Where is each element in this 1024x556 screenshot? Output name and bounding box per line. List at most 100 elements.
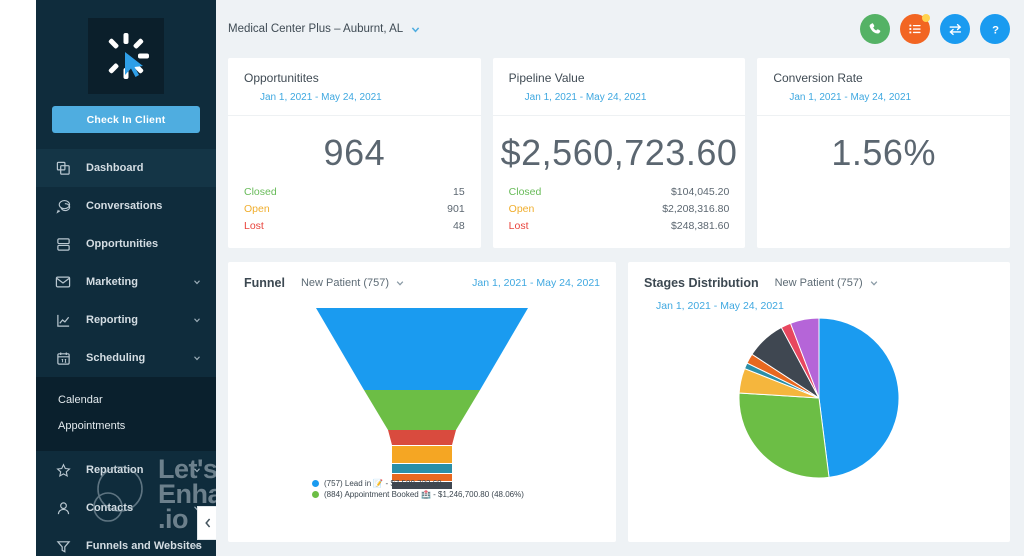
- star-icon: [54, 461, 72, 479]
- sidebar-collapse-button[interactable]: [197, 506, 216, 540]
- sidebar-item-dashboard[interactable]: Dashboard: [36, 149, 216, 187]
- location-name: Medical Center Plus – Auburnt, AL: [228, 23, 404, 35]
- kpi-breakdown-row: Closed $104,045.20: [509, 184, 730, 201]
- sidebar-item-marketing[interactable]: Marketing: [36, 263, 216, 301]
- kpi-breakdown-label: Closed: [508, 186, 542, 198]
- stages-distribution-card: Stages Distribution New Patient (757) Ja…: [628, 262, 1010, 542]
- kpi-breakdown-label: Lost: [508, 220, 529, 232]
- layers-icon: [54, 159, 72, 177]
- sidebar-item-funnels-and-websites[interactable]: Funnels and Websites: [36, 527, 216, 556]
- kpi-date-range[interactable]: Jan 1, 2021 - May 24, 2021: [773, 92, 994, 103]
- sidebar-item-label: Contacts: [86, 502, 134, 514]
- sidebar-item-label: Marketing: [86, 276, 138, 288]
- sidebar-item-label: Funnels and Websites: [86, 540, 202, 552]
- stack-icon: [54, 235, 72, 253]
- kpi-breakdown-value: 15: [452, 186, 465, 198]
- kpi-card-conversion-rate: Conversion Rate Jan 1, 2021 - May 24, 20…: [757, 58, 1011, 248]
- stages-pie-chart: [628, 318, 1010, 478]
- funnel-legend: (757) Lead in 📝 - $7,500,723.60 (884) Ap…: [228, 478, 616, 500]
- chevron-down-icon: [194, 318, 200, 323]
- sidebar-item-label: Reputation: [86, 464, 144, 476]
- scheduling-subnav: Calendar Appointments: [36, 377, 216, 451]
- phone-button[interactable]: [860, 14, 890, 44]
- legend-color-dot: [312, 480, 319, 487]
- chevron-down-icon: [194, 356, 200, 361]
- sidebar-item-opportunities[interactable]: Opportunities: [36, 225, 216, 263]
- chevron-down-icon: [194, 468, 200, 473]
- sidebar-subitem-label: Appointments: [58, 420, 126, 432]
- kpi-breakdown-value: 901: [447, 203, 465, 215]
- funnel-pipeline-selector[interactable]: New Patient (757): [301, 277, 405, 289]
- kpi-value: $2,560,723.60: [500, 132, 738, 173]
- kpi-header: Pipeline Value Jan 1, 2021 - May 24, 202…: [492, 58, 746, 116]
- kpi-title: Conversion Rate: [773, 71, 863, 85]
- stages-pipeline-selector[interactable]: New Patient (757): [775, 277, 879, 289]
- kpi-breakdown-value: $104,045.20: [670, 186, 730, 198]
- transfer-icon: [948, 23, 961, 35]
- sidebar-item-label: Scheduling: [86, 352, 146, 364]
- funnel-legend-item[interactable]: (757) Lead in 📝 - $7,500,723.60: [312, 478, 616, 489]
- kpi-title: Opportunitites: [244, 71, 319, 85]
- pie-slice[interactable]: [739, 392, 830, 478]
- sidebar-item-reporting[interactable]: Reporting: [36, 301, 216, 339]
- kpi-date-range[interactable]: Jan 1, 2021 - May 24, 2021: [244, 92, 465, 103]
- kpi-card-opportunities: Opportunitites Jan 1, 2021 - May 24, 202…: [228, 58, 481, 248]
- pie-svg: [739, 318, 899, 478]
- kpi-breakdown-row: Closed 15: [244, 184, 465, 201]
- sidebar-item-scheduling[interactable]: Scheduling: [36, 339, 216, 377]
- logo-container: [36, 0, 216, 94]
- notification-badge: [922, 14, 930, 22]
- sidebar-item-conversations[interactable]: Conversations: [36, 187, 216, 225]
- kpi-breakdown-value: $248,381.60: [670, 220, 730, 232]
- stages-pipeline-value: New Patient (757): [774, 277, 863, 289]
- stages-header: Stages Distribution New Patient (757): [628, 262, 1010, 290]
- kpi-card-pipeline-value: Pipeline Value Jan 1, 2021 - May 24, 202…: [492, 58, 746, 248]
- kpi-breakdown: Closed 15 Open 901 Lost 48: [228, 178, 481, 235]
- brand-logo: [88, 18, 164, 94]
- kpi-breakdown: Closed $104,045.20 Open $2,208,316.80 Lo…: [493, 178, 746, 235]
- kpi-breakdown-row: Lost 48: [244, 218, 465, 235]
- kpi-value: 964: [323, 132, 386, 173]
- help-button[interactable]: ?: [980, 14, 1010, 44]
- chevron-down-icon: [411, 26, 420, 33]
- funnel-segment-3[interactable]: [388, 430, 456, 445]
- sidebar-item-label: Opportunities: [86, 238, 159, 250]
- funnel-title: Funnel: [244, 276, 285, 290]
- check-in-client-button[interactable]: Check In Client: [52, 106, 200, 133]
- kpi-breakdown-label: Lost: [244, 220, 264, 232]
- chevron-down-icon: [396, 281, 404, 286]
- funnel-card: Funnel New Patient (757) Jan 1, 2021 - M…: [228, 262, 616, 542]
- sidebar-subitem-appointments[interactable]: Appointments: [36, 413, 216, 439]
- kpi-date-range[interactable]: Jan 1, 2021 - May 24, 2021: [509, 92, 730, 103]
- sidebar-subitem-label: Calendar: [58, 394, 103, 406]
- tasks-button[interactable]: [900, 14, 930, 44]
- sidebar-subitem-calendar[interactable]: Calendar: [36, 387, 216, 413]
- sidebar: Check In Client Dashboard Conversations: [36, 0, 216, 556]
- chevron-left-icon: [204, 518, 210, 528]
- sidebar-item-contacts[interactable]: Contacts: [36, 489, 216, 527]
- location-selector[interactable]: Medical Center Plus – Auburnt, AL: [228, 23, 421, 35]
- sidebar-item-reputation[interactable]: Reputation: [36, 451, 216, 489]
- chevron-down-icon: [870, 281, 877, 286]
- pie-slice[interactable]: [818, 318, 899, 478]
- svg-text:?: ?: [992, 24, 999, 36]
- stages-title: Stages Distribution: [644, 276, 759, 290]
- funnel-segment-4[interactable]: [392, 446, 452, 463]
- funnel-segment-lead-in[interactable]: [316, 308, 528, 390]
- kpi-row: Opportunitites Jan 1, 2021 - May 24, 202…: [216, 58, 1024, 248]
- funnel-legend-label: (884) Appointment Booked 🏥 - $1,246,700.…: [324, 490, 524, 499]
- left-gutter: [0, 0, 36, 556]
- stages-date-range[interactable]: Jan 1, 2021 - May 24, 2021: [628, 290, 1010, 312]
- transfer-button[interactable]: [940, 14, 970, 44]
- kpi-breakdown-row: Open 901: [244, 201, 465, 218]
- kpi-breakdown-row: Lost $248,381.60: [509, 218, 730, 235]
- chevron-down-icon: [194, 544, 200, 549]
- funnel-legend-item[interactable]: (884) Appointment Booked 🏥 - $1,246,700.…: [312, 489, 616, 500]
- funnel-segment-appointment-booked[interactable]: [364, 390, 480, 430]
- funnel-segment-5[interactable]: [392, 464, 452, 473]
- kpi-value: 1.56%: [831, 132, 936, 173]
- chart-icon: [54, 311, 72, 329]
- funnel-date-range[interactable]: Jan 1, 2021 - May 24, 2021: [472, 277, 600, 289]
- spark-cursor-logo-icon: [108, 33, 149, 79]
- charts-row: Funnel New Patient (757) Jan 1, 2021 - M…: [216, 248, 1024, 542]
